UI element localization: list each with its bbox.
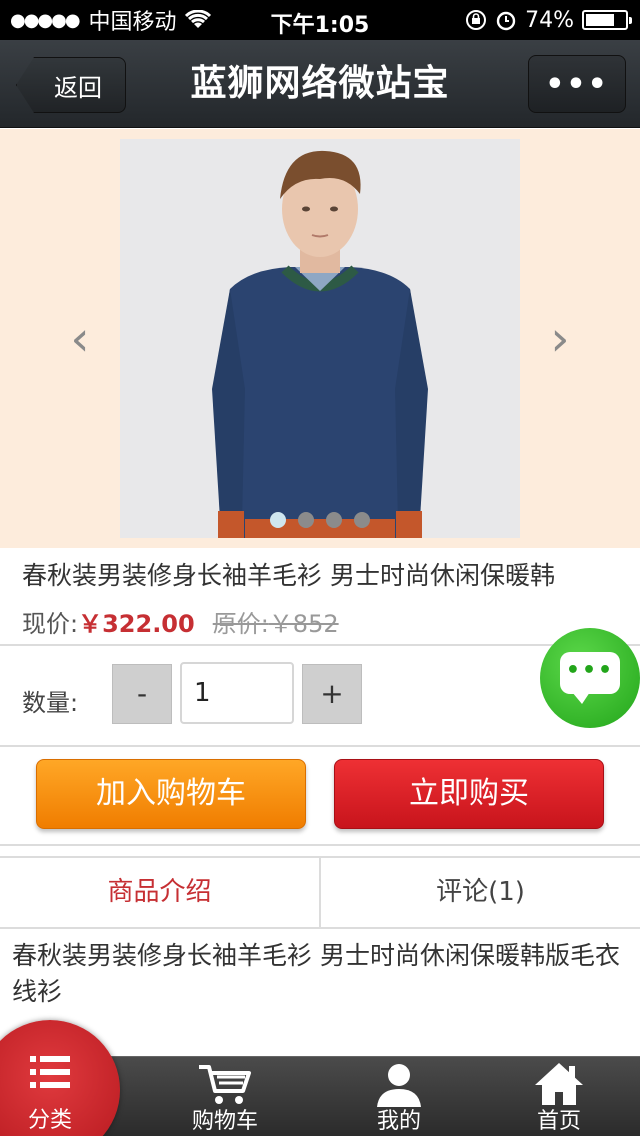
buy-now-button[interactable]: 立即购买 <box>334 759 604 829</box>
original-price: ￥852 <box>268 610 339 638</box>
product-title: 春秋装男装修身长袖羊毛衫 男士时尚休闲保暖韩 <box>22 561 555 590</box>
back-button[interactable]: 返回 <box>16 57 126 113</box>
nav-bar: 返回 蓝狮网络微站宝 ••• <box>0 40 640 128</box>
rotation-lock-icon <box>466 10 487 30</box>
product-image[interactable] <box>120 139 520 538</box>
quantity-increase-button[interactable]: + <box>302 664 362 724</box>
shopping-cart-icon <box>199 1065 251 1104</box>
carrier-name: 中国移动 <box>88 10 177 35</box>
chat-button[interactable]: ••• <box>540 628 640 728</box>
home-icon <box>535 1063 583 1105</box>
tab-product-intro[interactable]: 商品介绍 <box>0 858 319 927</box>
quantity-label: 数量: <box>22 689 79 717</box>
page-title: 蓝狮网络微站宝 <box>190 63 450 104</box>
wifi-icon <box>184 10 211 28</box>
divider <box>0 844 640 846</box>
category-button[interactable]: 分类 <box>0 1020 120 1136</box>
carousel-next-arrow[interactable]: › <box>540 309 580 369</box>
signal-strength-icon: ●●●●● <box>10 9 81 31</box>
more-button[interactable]: ••• <box>528 55 626 113</box>
bottom-nav-cart[interactable]: 购物车 <box>170 1057 280 1136</box>
alarm-icon <box>496 11 516 31</box>
divider <box>0 745 640 747</box>
current-price: ￥322.00 <box>78 610 195 638</box>
bottom-nav-mine-label: 我的 <box>376 1109 421 1134</box>
bottom-nav-cart-label: 购物车 <box>191 1109 258 1134</box>
bottom-nav-mine[interactable]: 我的 <box>344 1057 454 1136</box>
quantity-input[interactable] <box>180 662 294 724</box>
tab-reviews[interactable]: 评论(1) <box>319 858 640 927</box>
carousel-dots <box>270 512 370 528</box>
add-to-cart-button[interactable]: 加入购物车 <box>36 759 306 829</box>
carousel-dot[interactable] <box>354 512 370 528</box>
carousel-dot[interactable] <box>270 512 286 528</box>
status-bar: ●●●●● 中国移动 下午1:05 74% <box>0 0 640 40</box>
chat-dots: ••• <box>565 658 615 683</box>
price-row: 现价: ￥322.00 原价: ￥852 <box>22 604 339 639</box>
category-label: 分类 <box>27 1108 72 1133</box>
status-left: ●●●●● 中国移动 <box>10 0 211 40</box>
product-carousel[interactable]: ‹ › <box>0 129 640 548</box>
chat-bubble-icon: ••• <box>560 652 620 704</box>
battery-level-fill <box>586 14 615 26</box>
carousel-dot[interactable] <box>298 512 314 528</box>
status-right: 74% <box>465 0 632 40</box>
user-icon <box>377 1064 421 1107</box>
current-price-label: 现价: <box>22 610 79 638</box>
carousel-prev-arrow[interactable]: ‹ <box>60 309 100 369</box>
bottom-nav-home-label: 首页 <box>536 1109 581 1134</box>
product-description: 春秋装男装修身长袖羊毛衫 男士时尚休闲保暖韩版毛衣线衫 <box>12 941 620 1006</box>
divider <box>0 644 640 646</box>
carousel-dot[interactable] <box>326 512 342 528</box>
detail-tabs: 商品介绍 评论(1) <box>0 856 640 929</box>
quantity-decrease-button[interactable]: - <box>112 664 172 724</box>
battery-icon <box>582 10 632 30</box>
original-price-label: 原价: <box>212 610 269 638</box>
product-photo-illustration <box>120 139 520 538</box>
bottom-nav-home[interactable]: 首页 <box>504 1057 614 1136</box>
battery-percent: 74% <box>525 7 574 33</box>
list-icon <box>30 1056 70 1088</box>
